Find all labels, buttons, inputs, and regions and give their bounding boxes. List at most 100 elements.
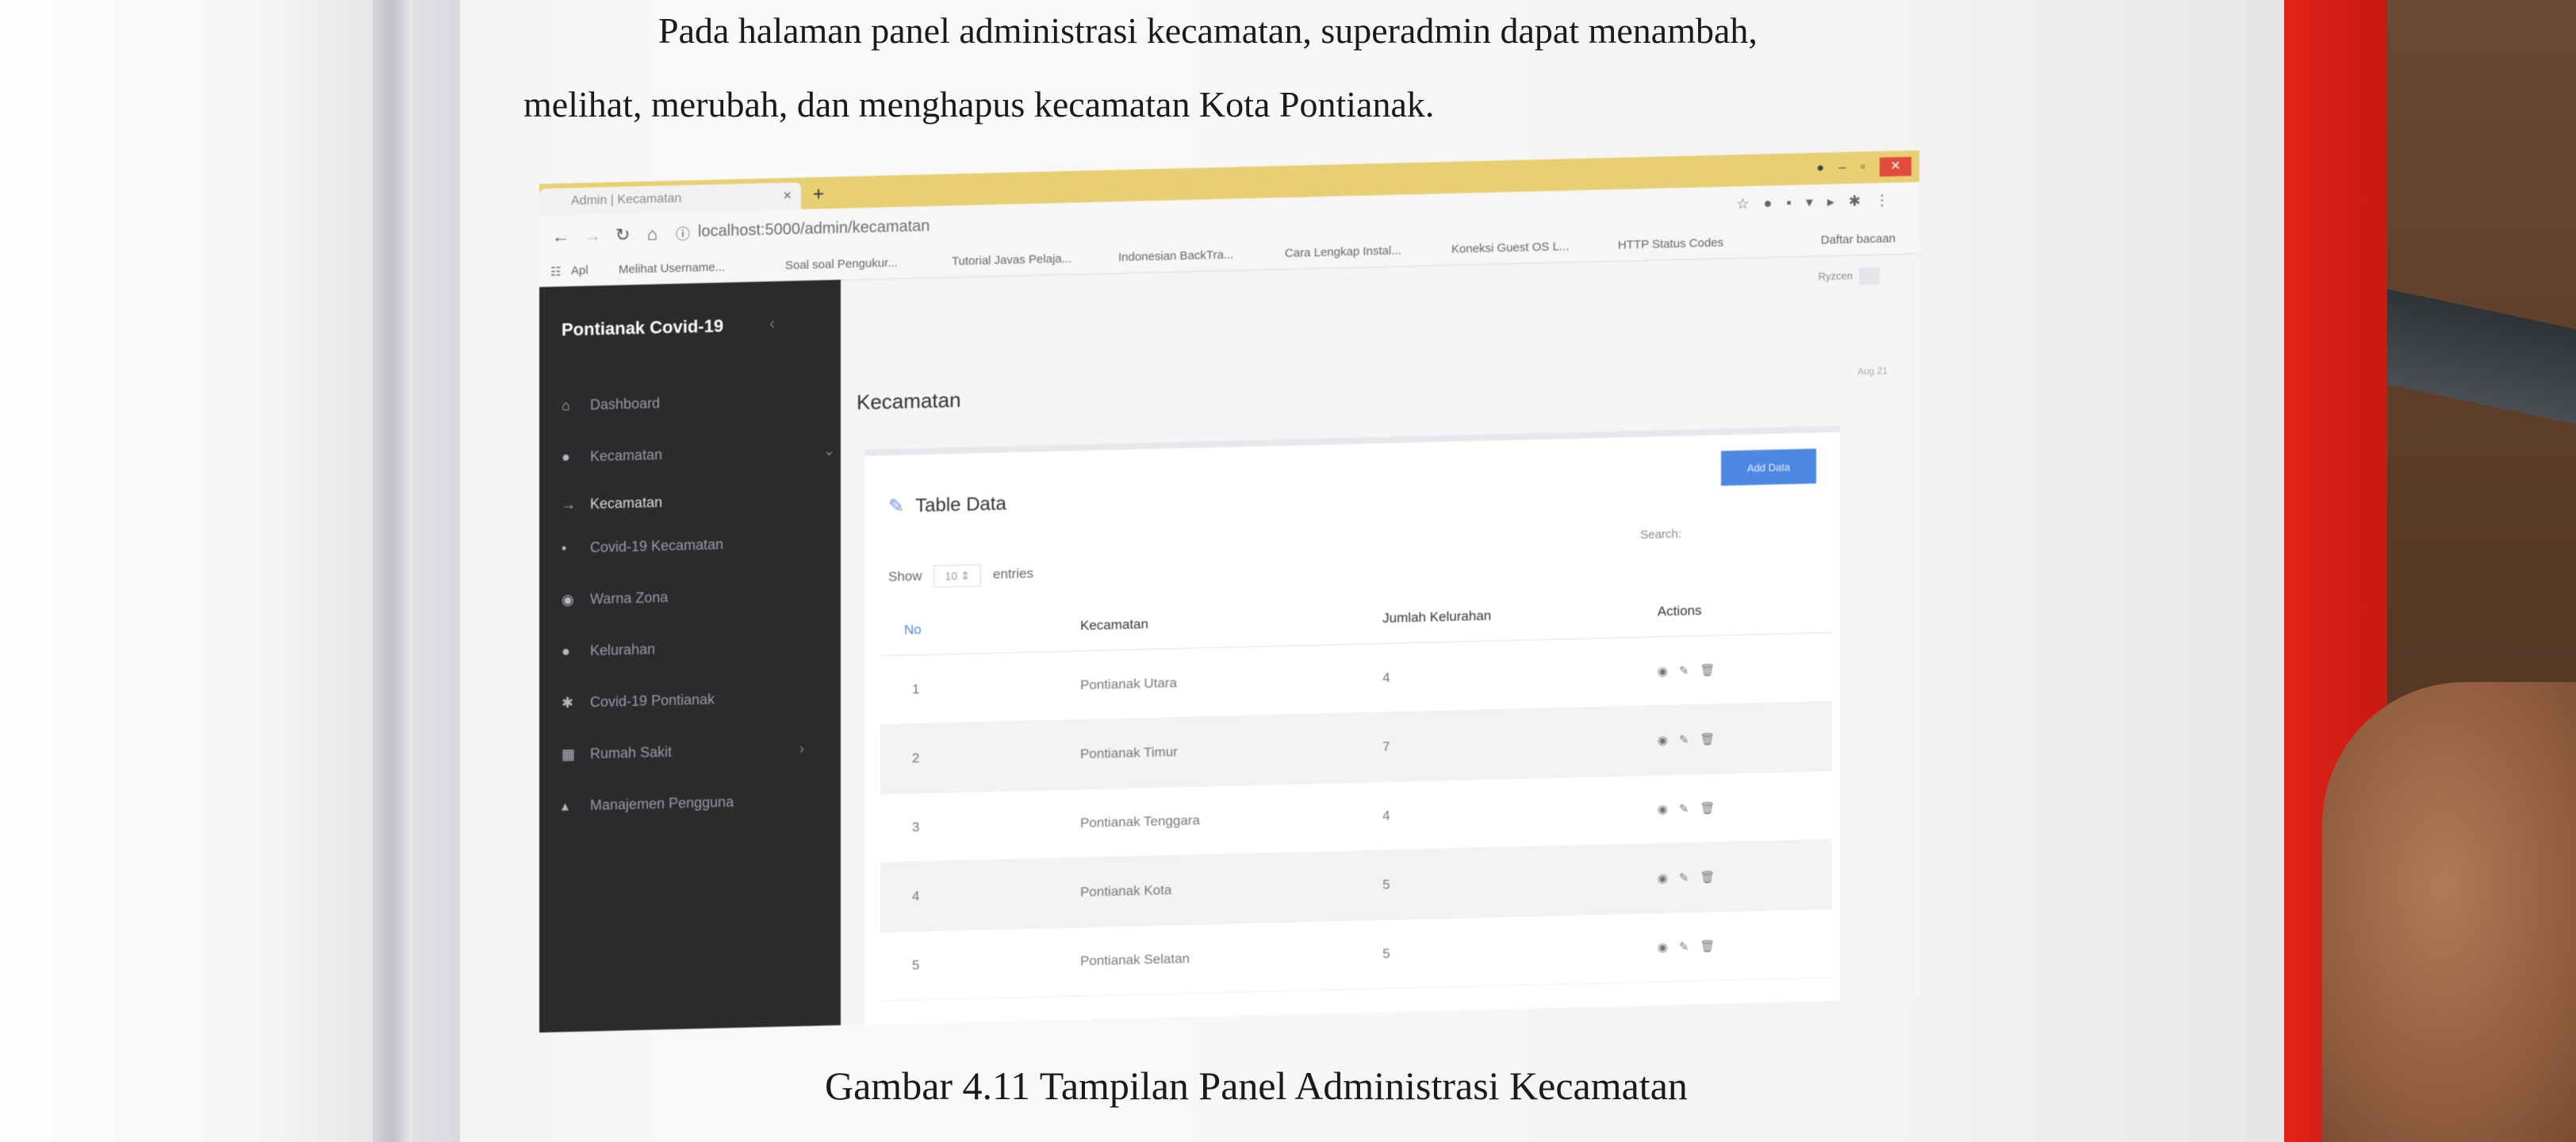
- view-icon[interactable]: ◉: [1658, 734, 1679, 748]
- sidebar-item-dashboard[interactable]: ⌂ Dashboard: [562, 395, 660, 414]
- edit-icon[interactable]: ✎: [1679, 871, 1700, 885]
- delete-icon[interactable]: 🗑: [1700, 732, 1726, 746]
- minimize-icon[interactable]: –: [1839, 161, 1846, 174]
- sidebar-item-kelurahan[interactable]: ● Kelurahan: [562, 641, 655, 660]
- close-tab-icon[interactable]: ×: [783, 187, 792, 204]
- bookmark-item[interactable]: Tutorial Javas Pelaja...: [952, 252, 1071, 269]
- delete-icon[interactable]: 🗑: [1700, 801, 1726, 815]
- pencil-icon: ✎: [888, 495, 905, 518]
- photo-scene: Pada halaman panel administrasi kecamata…: [0, 0, 2576, 1142]
- cell-kecamatan: Pontianak Tenggara: [1079, 781, 1382, 858]
- reload-icon[interactable]: ↻: [615, 224, 630, 245]
- profile-name: Ryzcen: [1818, 269, 1853, 283]
- users-icon: ▴: [562, 798, 569, 814]
- collapse-sidebar-icon[interactable]: ‹: [769, 313, 775, 334]
- row-actions: ◉✎🗑: [1656, 701, 1832, 776]
- sidebar-item-rumah-sakit[interactable]: ▦ Rumah Sakit ›: [562, 741, 804, 763]
- apps-icon[interactable]: ☷: [550, 264, 561, 278]
- url-field[interactable]: localhost:5000/admin/kecamatan: [698, 217, 930, 241]
- delete-icon[interactable]: 🗑: [1700, 939, 1726, 953]
- bookmark-item[interactable]: HTTP Status Codes: [1618, 236, 1723, 252]
- back-icon[interactable]: ←: [552, 226, 569, 247]
- bookmark-item[interactable]: Soal soal Pengukur...: [785, 256, 898, 272]
- delete-icon[interactable]: 🗑: [1700, 663, 1726, 677]
- cell-jumlah: 4: [1382, 775, 1657, 851]
- cell-kecamatan: Pontianak Timur: [1079, 712, 1382, 789]
- sidebar-item-kecamatan[interactable]: ● Kecamatan ⌄: [562, 443, 835, 466]
- info-icon[interactable]: ⓘ: [676, 223, 690, 243]
- record-icon[interactable]: ●: [1816, 161, 1824, 174]
- sidebar-item-label: Kecamatan: [590, 494, 663, 512]
- bookmark-item[interactable]: Indonesian BackTra...: [1118, 248, 1233, 265]
- restore-icon[interactable]: ▫: [1861, 160, 1865, 174]
- entries-select[interactable]: 10 ⇕: [933, 564, 982, 588]
- close-window-icon[interactable]: ✕: [1880, 156, 1911, 177]
- column-header-actions: Actions: [1656, 583, 1832, 638]
- home-icon: ⌂: [562, 397, 570, 414]
- window-controls: ● – ▫ ✕: [1816, 156, 1911, 178]
- brand-title[interactable]: Pontianak Covid-19: [562, 316, 723, 340]
- row-actions: ◉✎🗑: [1656, 632, 1832, 707]
- edit-icon[interactable]: ✎: [1679, 940, 1700, 954]
- sidebar-item-label: Covid-19 Pontianak: [590, 691, 715, 711]
- cell-jumlah: 4: [1382, 637, 1657, 713]
- cell-no: 4: [880, 857, 1079, 932]
- bookmark-item[interactable]: Cara Lengkap Instal...: [1285, 243, 1401, 260]
- sidebar-item-covid-pontianak[interactable]: ✱ Covid-19 Pontianak: [562, 692, 715, 712]
- view-icon[interactable]: ◉: [1658, 803, 1679, 817]
- home-icon[interactable]: ⌂: [647, 224, 657, 244]
- cell-no: 3: [880, 788, 1079, 863]
- column-header-jumlah-kelurahan[interactable]: Jumlah Kelurahan: [1382, 587, 1657, 644]
- view-icon[interactable]: ◉: [1658, 665, 1679, 679]
- bookmark-item[interactable]: Melihat Username...: [619, 260, 725, 276]
- new-tab-icon[interactable]: +: [813, 183, 824, 205]
- column-header-no[interactable]: No: [880, 601, 1079, 656]
- card-title-label: Table Data: [915, 492, 1006, 517]
- cell-no: 1: [880, 650, 1079, 725]
- paragraph-line-2: melihat, merubah, dan menghapus kecamata…: [523, 84, 1435, 125]
- cell-kecamatan: Pontianak Utara: [1079, 643, 1382, 720]
- cell-jumlah: 7: [1382, 706, 1657, 782]
- sidebar-item-label: Manajemen Pengguna: [590, 794, 734, 814]
- sidebar-item-label: Kelurahan: [590, 641, 656, 659]
- profile-menu[interactable]: Ryzcen: [1818, 266, 1880, 286]
- other-bookmarks[interactable]: Daftar bacaan: [1821, 232, 1896, 247]
- view-icon[interactable]: ◉: [1658, 941, 1679, 955]
- row-actions: ◉✎🗑: [1656, 770, 1832, 845]
- edit-icon[interactable]: ✎: [1679, 664, 1700, 678]
- row-actions: ◉✎🗑: [1656, 908, 1832, 983]
- sidebar-subitem-kecamatan[interactable]: → Kecamatan: [562, 494, 662, 513]
- book-gutter: [373, 0, 412, 1142]
- search-label: Search:: [1640, 527, 1681, 542]
- edit-icon[interactable]: ✎: [1679, 802, 1700, 816]
- sidebar-item-warna-zona[interactable]: ◉ Warna Zona: [562, 589, 668, 608]
- view-icon[interactable]: ◉: [1658, 872, 1679, 886]
- bookmark-item[interactable]: Apl: [571, 263, 588, 278]
- building-icon: ▦: [562, 745, 576, 763]
- figure-caption: Gambar 4.11 Tampilan Panel Administrasi …: [825, 1063, 1688, 1108]
- data-table: No Kecamatan Jumlah Kelurahan Actions 1 …: [880, 583, 1832, 1001]
- column-header-kecamatan[interactable]: Kecamatan: [1079, 594, 1382, 651]
- entries-select-value: 10: [945, 569, 958, 583]
- page-title: Kecamatan: [857, 388, 961, 415]
- edit-icon[interactable]: ✎: [1679, 733, 1700, 747]
- add-data-button[interactable]: Add Data: [1721, 448, 1816, 486]
- show-label: Show: [888, 568, 922, 584]
- sidebar-item-label: Dashboard: [590, 395, 661, 413]
- bullet-icon: •: [562, 540, 567, 557]
- chevron-right-icon: ›: [799, 740, 804, 757]
- breadcrumb: Aug 21: [1857, 365, 1888, 377]
- delete-icon[interactable]: 🗑: [1700, 870, 1726, 884]
- paragraph-line-1: Pada halaman panel administrasi kecamata…: [658, 10, 1758, 51]
- sidebar-item-manajemen-pengguna[interactable]: ▴ Manajemen Pengguna: [562, 794, 734, 814]
- sidebar: Pontianak Covid-19 ‹ ⌂ Dashboard ● Kecamat…: [539, 279, 841, 1033]
- bookmark-item[interactable]: Koneksi Guest OS L...: [1451, 240, 1569, 256]
- forward-icon[interactable]: →: [584, 225, 601, 247]
- location-icon: ●: [562, 643, 570, 660]
- extension-icons: ☆●▪▾▸✱⋮: [1736, 191, 1903, 213]
- chevron-down-icon: ⌄: [823, 442, 836, 459]
- cell-kecamatan: Pontianak Selatan: [1079, 919, 1382, 996]
- sidebar-subitem-covid-kecamatan[interactable]: • Covid-19 Kecamatan: [562, 536, 723, 557]
- circle-icon: ◉: [562, 591, 574, 608]
- cell-jumlah: 5: [1382, 913, 1657, 989]
